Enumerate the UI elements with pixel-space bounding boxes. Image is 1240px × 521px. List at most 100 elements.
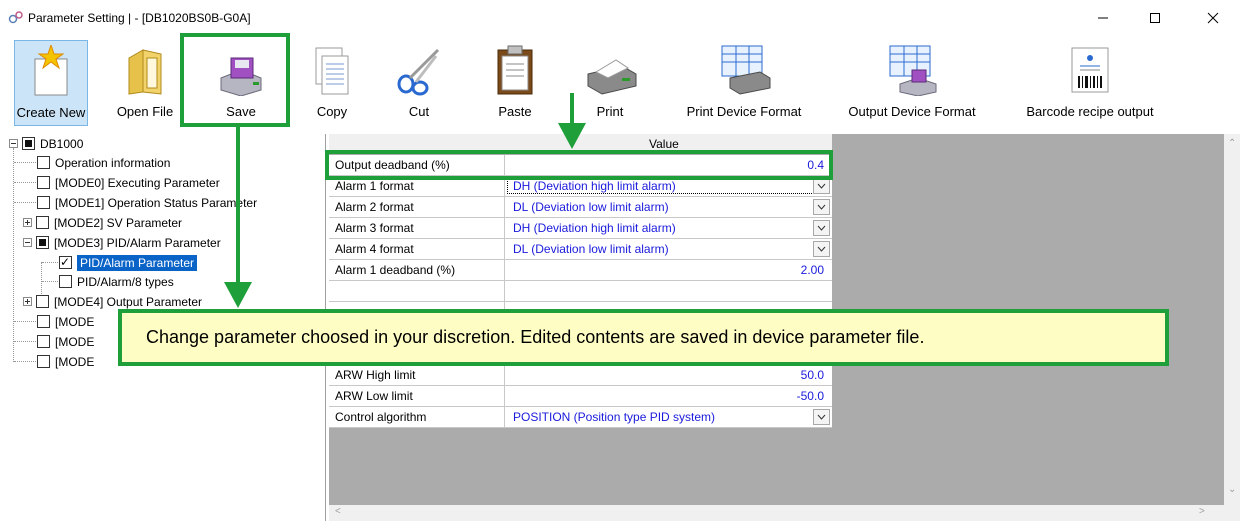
dropdown-button[interactable] — [813, 199, 830, 215]
scroll-left-icon[interactable]: < — [335, 506, 341, 517]
grid-row-alarm2-format[interactable]: Alarm 2 format DL (Deviation low limit a… — [329, 197, 832, 218]
tree-guide-line — [13, 148, 14, 362]
tree-item-mode3[interactable]: [MODE3] PID/Alarm Parameter — [23, 233, 221, 252]
tree-checkbox[interactable] — [36, 295, 49, 308]
tree-item-pid-alarm-8-types[interactable]: PID/Alarm/8 types — [59, 272, 174, 291]
tree-item-mode1[interactable]: [MODE1] Operation Status Parameter — [37, 193, 257, 212]
maximize-button[interactable] — [1132, 4, 1178, 32]
grid-row-alarm1-deadband[interactable]: Alarm 1 deadband (%) 2.00 — [329, 260, 832, 281]
tree-checkbox[interactable] — [37, 335, 50, 348]
paste-button[interactable]: Paste — [490, 40, 540, 126]
vertical-scrollbar[interactable]: ⌃ ⌄ — [1224, 134, 1240, 521]
tree-item-mode2[interactable]: [MODE2] SV Parameter — [23, 213, 182, 232]
barcode-recipe-output-button[interactable]: Barcode recipe output — [1010, 40, 1170, 126]
dropdown-button[interactable] — [813, 241, 830, 257]
close-button[interactable] — [1190, 4, 1236, 32]
param-value[interactable]: 50.0 — [505, 365, 832, 385]
tree-checkbox[interactable] — [36, 216, 49, 229]
param-value[interactable]: -50.0 — [505, 386, 832, 406]
dropdown-button[interactable] — [813, 178, 830, 194]
print-button[interactable]: Print — [580, 40, 640, 126]
scroll-right-icon[interactable]: > — [1199, 506, 1205, 517]
scroll-up-icon[interactable]: ⌃ — [1228, 138, 1236, 149]
copy-label: Copy — [316, 104, 348, 119]
grid-row-output-deadband[interactable]: Output deadband (%) 0.4 — [329, 155, 832, 176]
create-new-button[interactable]: Create New — [14, 40, 88, 126]
scroll-down-icon[interactable]: ⌄ — [1228, 484, 1236, 495]
open-file-button[interactable]: Open File — [110, 40, 180, 126]
scissors-icon — [397, 48, 440, 96]
tree-checkbox[interactable] — [22, 137, 35, 150]
tree-item-label: PID/Alarm Parameter — [77, 254, 198, 271]
param-value-dropdown[interactable]: DL (Deviation low limit alarm) — [505, 239, 832, 259]
tree-item-label: DB1000 — [40, 136, 84, 151]
save-button[interactable]: Save — [196, 40, 286, 126]
tree-checkbox[interactable] — [36, 236, 49, 249]
horizontal-scrollbar[interactable]: < > — [329, 505, 1224, 521]
param-value: POSITION (Position type PID system) — [513, 410, 716, 424]
print-device-format-button[interactable]: Print Device Format — [676, 40, 812, 126]
param-value-dropdown[interactable]: POSITION (Position type PID system) — [505, 407, 832, 427]
param-value-dropdown[interactable]: DH (Deviation high limit alarm) — [505, 218, 832, 238]
param-value[interactable]: 2.00 — [505, 260, 832, 280]
tree-item-mode6[interactable]: [MODE — [37, 332, 94, 351]
grid-row-alarm4-format[interactable]: Alarm 4 format DL (Deviation low limit a… — [329, 239, 832, 260]
dropdown-button[interactable] — [813, 220, 830, 236]
param-value-dropdown[interactable]: DH (Deviation high limit alarm) — [505, 176, 832, 196]
paste-label: Paste — [498, 104, 532, 119]
tree-item-mode0[interactable]: [MODE0] Executing Parameter — [37, 173, 220, 192]
tree-item-pid-alarm-parameter[interactable]: PID/Alarm Parameter — [59, 253, 198, 272]
grid-row-control-algorithm[interactable]: Control algorithm POSITION (Position typ… — [329, 407, 832, 428]
tree-checkbox[interactable] — [37, 315, 50, 328]
close-icon — [1207, 12, 1219, 24]
param-value: DL (Deviation low limit alarm) — [513, 242, 669, 256]
tree-item-label: [MODE4] Output Parameter — [54, 294, 203, 309]
copy-button[interactable]: Copy — [312, 40, 352, 126]
dropdown-button[interactable] — [813, 409, 830, 425]
annotation-arrow-shaft — [570, 93, 574, 127]
new-file-star-icon — [34, 45, 68, 96]
tree-item-mode5[interactable]: [MODE — [37, 312, 94, 331]
minimize-button[interactable] — [1080, 4, 1126, 32]
output-device-format-button[interactable]: Output Device Format — [836, 40, 988, 126]
cut-button[interactable]: Cut — [394, 40, 444, 126]
tree-item-mode7[interactable]: [MODE — [37, 352, 94, 371]
barcode-icon — [1071, 47, 1109, 93]
tree-checkbox[interactable] — [59, 255, 72, 269]
arrow-down-icon — [558, 123, 586, 149]
grid-row-alarm1-format[interactable]: Alarm 1 format DH (Deviation high limit … — [329, 176, 832, 197]
expand-toggle[interactable] — [23, 218, 32, 227]
tree-checkbox[interactable] — [37, 156, 50, 169]
param-value[interactable]: 0.4 — [505, 155, 832, 175]
param-name: ARW High limit — [329, 365, 505, 385]
minimize-icon — [1098, 17, 1108, 19]
grid-row-hidden[interactable] — [329, 281, 832, 302]
grid-row-alarm3-format[interactable]: Alarm 3 format DH (Deviation high limit … — [329, 218, 832, 239]
param-name — [329, 281, 505, 301]
tree-item-root[interactable]: DB1000 — [9, 134, 83, 153]
tree-item-operation-information[interactable]: Operation information — [37, 153, 170, 172]
tree-guide-line — [42, 281, 58, 282]
param-value: DH (Deviation high limit alarm) — [513, 179, 676, 193]
tree-checkbox[interactable] — [59, 275, 72, 288]
tree-checkbox[interactable] — [37, 355, 50, 368]
param-value[interactable] — [505, 281, 832, 301]
save-label: Save — [226, 104, 256, 119]
expand-toggle[interactable] — [23, 297, 32, 306]
open-folder-icon — [128, 49, 162, 95]
tree-item-label: Operation information — [55, 155, 171, 170]
tree-item-label: [MODE2] SV Parameter — [54, 215, 183, 230]
collapse-toggle[interactable] — [23, 238, 32, 247]
tree-checkbox[interactable] — [37, 176, 50, 189]
tree-checkbox[interactable] — [37, 196, 50, 209]
grid-row-arw-low-limit[interactable]: ARW Low limit -50.0 — [329, 386, 832, 407]
grid-row-arw-high-limit[interactable]: ARW High limit 50.0 — [329, 365, 832, 386]
chevron-down-icon — [817, 183, 826, 189]
param-name: Alarm 3 format — [329, 218, 505, 238]
param-value-dropdown[interactable]: DL (Deviation low limit alarm) — [505, 197, 832, 217]
print-label: Print — [596, 104, 624, 119]
tree-item-label: [MODE3] PID/Alarm Parameter — [54, 235, 221, 250]
clipboard-icon — [497, 45, 533, 95]
collapse-toggle[interactable] — [9, 139, 18, 148]
param-value: DH (Deviation high limit alarm) — [513, 221, 676, 235]
